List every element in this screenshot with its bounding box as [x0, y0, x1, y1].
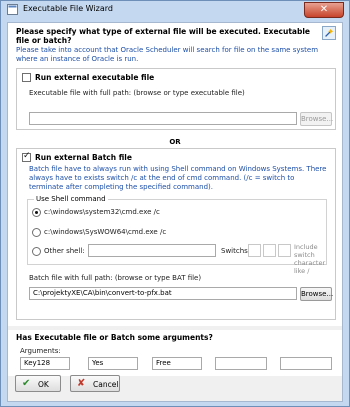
shell-option-syswow64-radio[interactable]: [32, 228, 41, 237]
batch-path-input[interactable]: C:\projektyXE\CA\bin\convert-to-pfx.bat: [29, 287, 297, 300]
batch-file-group: Run external Batch file Batch file have …: [16, 148, 336, 320]
page-heading: Please specify what type of external fil…: [16, 27, 310, 45]
file-type-panel: Please specify what type of external fil…: [8, 23, 342, 326]
batch-path-label: Batch file with full path: (browse or ty…: [29, 274, 202, 282]
oracle-scheduler-note: Please take into account that Oracle Sch…: [16, 46, 319, 63]
batch-browse-button[interactable]: Browse...: [300, 287, 333, 301]
shell-option-system32-label: c:\windows\system32\cmd.exe /c: [44, 208, 160, 216]
window-app-icon: [7, 4, 18, 15]
switch-input-2[interactable]: [263, 244, 276, 257]
argument-input-5[interactable]: [280, 357, 332, 370]
shell-option-system32-radio[interactable]: [32, 208, 41, 217]
ok-button[interactable]: ✔ OK: [15, 375, 61, 392]
ok-button-label: OK: [38, 380, 49, 389]
window-title: Executable File Wizard: [23, 4, 113, 13]
cancel-button[interactable]: ✘ Cancel: [70, 375, 120, 392]
switches-label: Switchs:: [221, 247, 251, 255]
shell-command-title: Use Shell command: [34, 195, 108, 203]
executable-file-group: Run external executable file Executable …: [16, 68, 336, 130]
check-icon: ✔: [22, 378, 31, 389]
run-executable-label: Run external executable file: [35, 73, 155, 82]
arguments-label: Arguments:: [20, 347, 61, 355]
batch-shell-note: Batch file have to always run with using…: [29, 165, 327, 191]
switch-note: Include switch character like /: [294, 243, 326, 275]
wizard-icon: [322, 26, 336, 40]
argument-input-4[interactable]: [215, 357, 267, 370]
arguments-heading: Has Executable file or Batch some argume…: [16, 333, 213, 342]
wizard-client-area: Please specify what type of external fil…: [7, 22, 343, 402]
wizard-window: Executable File Wizard ✕ Please specify …: [0, 0, 350, 407]
argument-input-2[interactable]: Yes: [88, 357, 138, 370]
executable-path-input[interactable]: [29, 112, 297, 125]
run-batch-checkbox[interactable]: [22, 151, 31, 162]
close-button[interactable]: ✕: [304, 2, 344, 18]
run-batch-label: Run external Batch file: [35, 153, 132, 162]
title-bar: Executable File Wizard ✕: [1, 1, 349, 19]
executable-path-label: Executable file with full path: (browse …: [29, 89, 245, 97]
shell-option-other-radio[interactable]: [32, 247, 41, 256]
argument-input-3[interactable]: Free: [152, 357, 202, 370]
switch-input-1[interactable]: [248, 244, 261, 257]
other-shell-input[interactable]: [88, 244, 216, 257]
arguments-panel: Has Executable file or Batch some argume…: [8, 330, 342, 376]
run-executable-checkbox[interactable]: [22, 73, 31, 82]
or-separator: OR: [169, 138, 181, 146]
shell-option-syswow64-label: c:\windows\SysWOW64\cmd.exe /c: [44, 228, 167, 236]
cancel-button-label: Cancel: [93, 380, 119, 389]
executable-browse-button[interactable]: Browse...: [300, 112, 333, 126]
switch-input-3[interactable]: [278, 244, 291, 257]
shell-command-group: Use Shell command c:\windows\system32\cm…: [27, 195, 327, 275]
argument-input-1[interactable]: Key128: [20, 357, 70, 370]
shell-option-other-label: Other shell:: [44, 247, 85, 255]
cancel-x-icon: ✘: [77, 378, 86, 389]
